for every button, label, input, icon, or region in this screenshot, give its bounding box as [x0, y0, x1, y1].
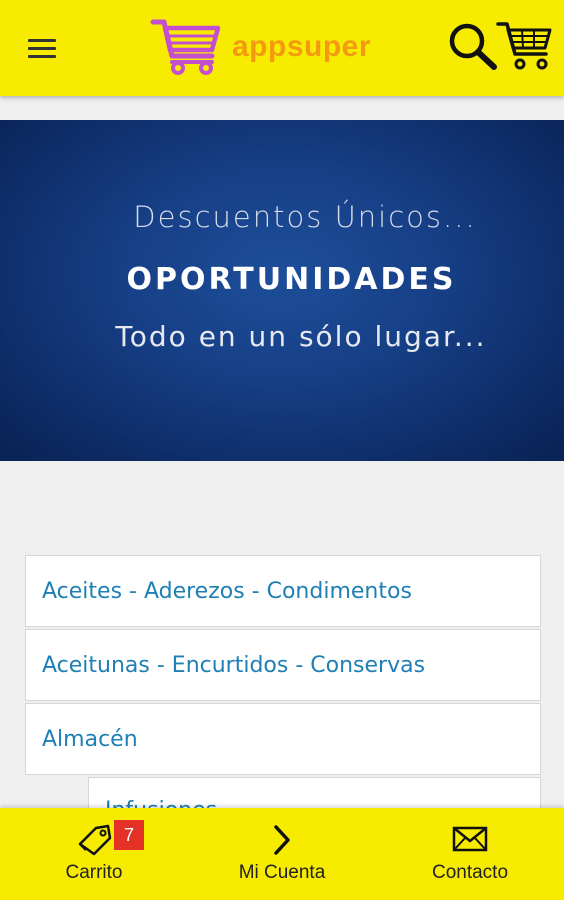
app-header: appsuper: [0, 0, 564, 96]
category-label: Almacén: [42, 726, 138, 752]
tab-label: Carrito: [65, 862, 123, 883]
tab-label: Mi Cuenta: [238, 862, 326, 883]
magnifier-icon: [449, 23, 497, 70]
category-label: Aceites - Aderezos - Condimentos: [42, 578, 412, 604]
tab-carrito[interactable]: 7 Carrito: [14, 808, 174, 900]
tab-mi-cuenta[interactable]: Mi Cuenta: [202, 808, 362, 900]
category-item-almacen[interactable]: Almacén: [25, 703, 541, 775]
promo-banner[interactable]: Descuentos Únicos... OPORTUNIDADES Todo …: [0, 120, 564, 461]
category-list: Aceites - Aderezos - Condimentos Aceitun…: [25, 555, 541, 777]
cart-button[interactable]: [496, 18, 552, 72]
app-logo[interactable]: appsuper: [150, 14, 386, 80]
logo-text: appsuper: [232, 30, 372, 63]
shopping-cart-logo-icon: [150, 19, 221, 75]
envelope-icon: [452, 826, 488, 852]
hamburger-menu-icon[interactable]: [24, 34, 64, 70]
chevron-right-icon: [274, 825, 290, 855]
category-item-aceitunas[interactable]: Aceitunas - Encurtidos - Conservas: [25, 629, 541, 701]
category-item-aceites[interactable]: Aceites - Aderezos - Condimentos: [25, 555, 541, 627]
tag-icon: [78, 824, 112, 856]
category-label: Aceitunas - Encurtidos - Conservas: [42, 652, 426, 678]
banner-subtitle: Todo en un sólo lugar...: [115, 320, 487, 353]
bottom-navigation: 7 Carrito Mi Cuenta Contacto: [0, 808, 564, 900]
search-button[interactable]: [446, 20, 500, 72]
tab-contacto[interactable]: Contacto: [390, 808, 550, 900]
tab-label: Contacto: [431, 862, 509, 883]
cart-count-badge: 7: [114, 820, 144, 850]
banner-tagline: Descuentos Únicos...: [133, 200, 477, 234]
shopping-cart-icon: [496, 22, 552, 70]
banner-headline: OPORTUNIDADES: [126, 262, 457, 297]
